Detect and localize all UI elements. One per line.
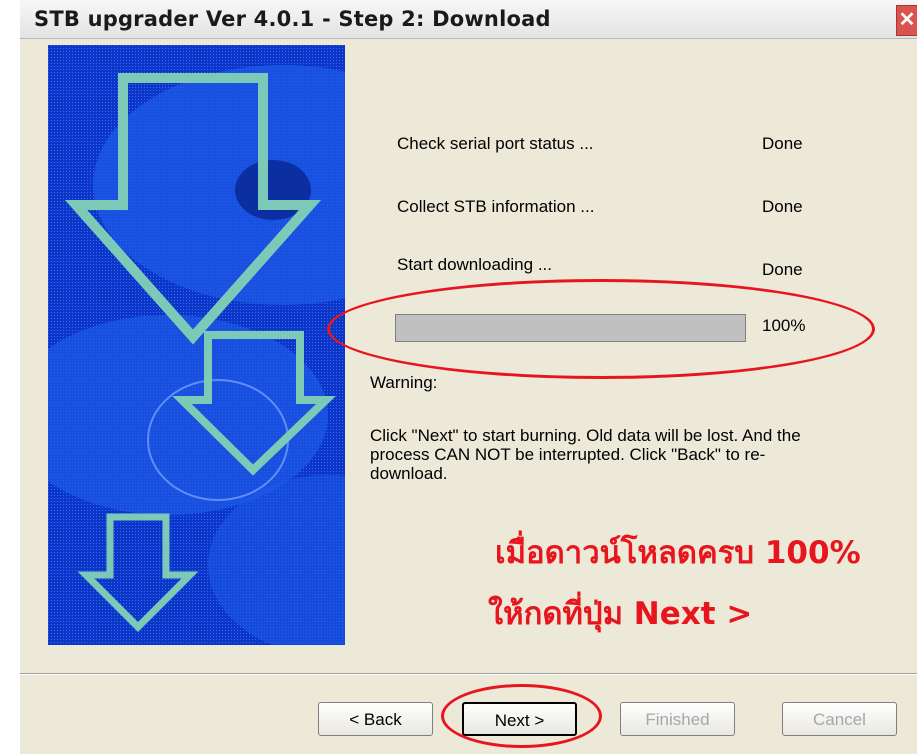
step-collect-info-label: Collect STB information ... [397,197,595,216]
annotation-line-1: เมื่อดาวน์โหลดครบ 100% [495,535,861,571]
step-download-status: Done [762,260,803,279]
progress-fill [396,315,745,341]
download-progress-bar [395,314,746,342]
step-serial-port-label: Check serial port status ... [397,134,594,153]
step-collect-info-status: Done [762,197,803,216]
step-download-label: Start downloading ... [397,255,552,274]
cancel-button[interactable]: Cancel [782,702,897,736]
wizard-art-image [48,45,345,645]
progress-percent: 100% [762,316,806,335]
warning-title: Warning: [370,373,438,392]
down-arrows-disc-art [48,45,345,645]
close-icon[interactable]: ✕ [896,5,917,36]
annotation-line-2: ให้กดที่ปุ่ม Next > [488,596,753,632]
back-button[interactable]: < Back [318,702,433,736]
step-serial-port-status: Done [762,134,803,153]
footer-separator [20,673,917,675]
left-margin [0,0,20,754]
window-title: STB upgrader Ver 4.0.1 - Step 2: Downloa… [34,7,551,31]
next-button[interactable]: Next > [462,702,577,736]
finished-button[interactable]: Finished [620,702,735,736]
warning-text: Click "Next" to start burning. Old data … [370,426,801,483]
title-bar: STB upgrader Ver 4.0.1 - Step 2: Downloa… [20,0,917,39]
